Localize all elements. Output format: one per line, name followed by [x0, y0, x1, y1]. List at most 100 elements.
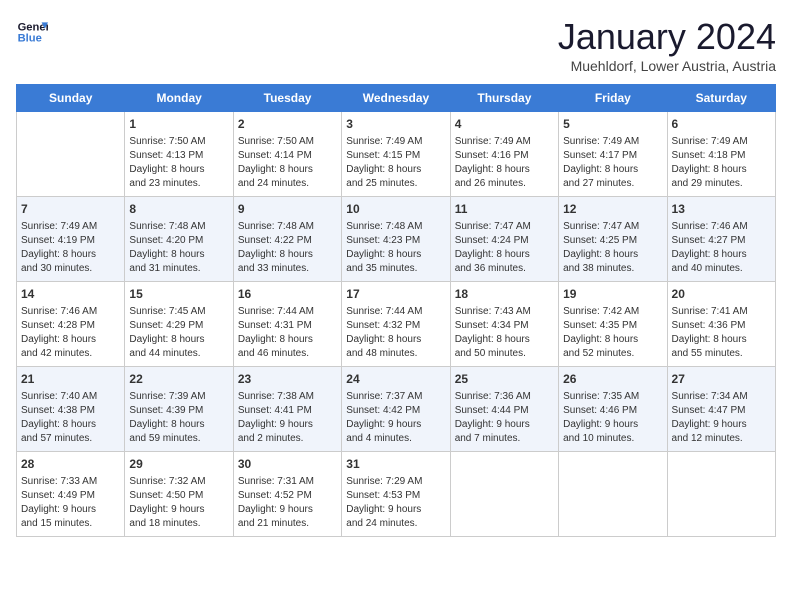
day-number: 14	[21, 286, 120, 303]
calendar-cell: 4 Sunrise: 7:49 AM Sunset: 4:16 PM Daylig…	[450, 112, 558, 197]
page-header: General Blue January 2024 Muehldorf, Low…	[16, 16, 776, 74]
calendar-cell: 15 Sunrise: 7:45 AM Sunset: 4:29 PM Dayli…	[125, 282, 233, 367]
day-number: 1	[129, 116, 228, 133]
day-number: 6	[672, 116, 771, 133]
day-info: Sunrise: 7:49 AM Sunset: 4:16 PM Dayligh…	[455, 135, 554, 191]
day-info: Sunrise: 7:49 AM Sunset: 4:15 PM Dayligh…	[346, 135, 445, 191]
calendar-cell: 31 Sunrise: 7:29 AM Sunset: 4:53 PM Dayli…	[342, 452, 450, 537]
day-number: 10	[346, 201, 445, 218]
day-number: 15	[129, 286, 228, 303]
day-info: Sunrise: 7:42 AM Sunset: 4:35 PM Dayligh…	[563, 305, 662, 361]
day-info: Sunrise: 7:39 AM Sunset: 4:39 PM Dayligh…	[129, 390, 228, 446]
day-info: Sunrise: 7:35 AM Sunset: 4:46 PM Dayligh…	[563, 390, 662, 446]
day-number: 3	[346, 116, 445, 133]
calendar-cell: 12 Sunrise: 7:47 AM Sunset: 4:25 PM Dayli…	[559, 197, 667, 282]
calendar-cell: 3 Sunrise: 7:49 AM Sunset: 4:15 PM Daylig…	[342, 112, 450, 197]
day-info: Sunrise: 7:49 AM Sunset: 4:19 PM Dayligh…	[21, 220, 120, 276]
day-info: Sunrise: 7:44 AM Sunset: 4:31 PM Dayligh…	[238, 305, 337, 361]
day-number: 21	[21, 371, 120, 388]
calendar-cell: 9Sunrise: 7:48 AM Sunset: 4:22 PM Daylig…	[233, 197, 341, 282]
day-info: Sunrise: 7:47 AM Sunset: 4:24 PM Dayligh…	[455, 220, 554, 276]
day-info: Sunrise: 7:34 AM Sunset: 4:47 PM Dayligh…	[672, 390, 771, 446]
day-number: 29	[129, 456, 228, 473]
day-number: 24	[346, 371, 445, 388]
day-number: 8	[129, 201, 228, 218]
logo: General Blue	[16, 16, 48, 48]
day-info: Sunrise: 7:29 AM Sunset: 4:53 PM Dayligh…	[346, 475, 445, 531]
calendar-cell: 7 Sunrise: 7:49 AM Sunset: 4:19 PM Daylig…	[17, 197, 125, 282]
calendar-header-row: SundayMondayTuesdayWednesdayThursdayFrid…	[17, 85, 776, 112]
day-info: Sunrise: 7:36 AM Sunset: 4:44 PM Dayligh…	[455, 390, 554, 446]
calendar-cell: 2Sunrise: 7:50 AM Sunset: 4:14 PM Daylig…	[233, 112, 341, 197]
day-number: 30	[238, 456, 337, 473]
calendar-cell: 24 Sunrise: 7:37 AM Sunset: 4:42 PM Dayli…	[342, 367, 450, 452]
calendar-cell: 16Sunrise: 7:44 AM Sunset: 4:31 PM Dayli…	[233, 282, 341, 367]
title-block: January 2024 Muehldorf, Lower Austria, A…	[558, 16, 776, 74]
day-info: Sunrise: 7:44 AM Sunset: 4:32 PM Dayligh…	[346, 305, 445, 361]
day-number: 27	[672, 371, 771, 388]
day-info: Sunrise: 7:40 AM Sunset: 4:38 PM Dayligh…	[21, 390, 120, 446]
calendar-week-row: 14Sunrise: 7:46 AM Sunset: 4:28 PM Dayli…	[17, 282, 776, 367]
calendar-cell: 1 Sunrise: 7:50 AM Sunset: 4:13 PM Daylig…	[125, 112, 233, 197]
calendar-cell: 29Sunrise: 7:32 AM Sunset: 4:50 PM Dayli…	[125, 452, 233, 537]
calendar-cell: 8 Sunrise: 7:48 AM Sunset: 4:20 PM Daylig…	[125, 197, 233, 282]
day-info: Sunrise: 7:49 AM Sunset: 4:18 PM Dayligh…	[672, 135, 771, 191]
day-info: Sunrise: 7:38 AM Sunset: 4:41 PM Dayligh…	[238, 390, 337, 446]
day-of-week-header: Thursday	[450, 85, 558, 112]
day-of-week-header: Tuesday	[233, 85, 341, 112]
calendar-cell	[559, 452, 667, 537]
day-number: 5	[563, 116, 662, 133]
day-info: Sunrise: 7:31 AM Sunset: 4:52 PM Dayligh…	[238, 475, 337, 531]
day-info: Sunrise: 7:45 AM Sunset: 4:29 PM Dayligh…	[129, 305, 228, 361]
day-info: Sunrise: 7:48 AM Sunset: 4:20 PM Dayligh…	[129, 220, 228, 276]
calendar-cell: 11 Sunrise: 7:47 AM Sunset: 4:24 PM Dayli…	[450, 197, 558, 282]
calendar-cell: 17 Sunrise: 7:44 AM Sunset: 4:32 PM Dayli…	[342, 282, 450, 367]
day-number: 31	[346, 456, 445, 473]
calendar-cell: 23Sunrise: 7:38 AM Sunset: 4:41 PM Dayli…	[233, 367, 341, 452]
calendar-cell: 20 Sunrise: 7:41 AM Sunset: 4:36 PM Dayli…	[667, 282, 775, 367]
calendar-cell: 13Sunrise: 7:46 AM Sunset: 4:27 PM Dayli…	[667, 197, 775, 282]
calendar-cell: 6 Sunrise: 7:49 AM Sunset: 4:18 PM Daylig…	[667, 112, 775, 197]
day-info: Sunrise: 7:50 AM Sunset: 4:13 PM Dayligh…	[129, 135, 228, 191]
day-number: 25	[455, 371, 554, 388]
day-number: 9	[238, 201, 337, 218]
calendar-subtitle: Muehldorf, Lower Austria, Austria	[558, 58, 776, 74]
calendar-cell: 27 Sunrise: 7:34 AM Sunset: 4:47 PM Dayli…	[667, 367, 775, 452]
day-number: 12	[563, 201, 662, 218]
calendar-week-row: 21 Sunrise: 7:40 AM Sunset: 4:38 PM Dayli…	[17, 367, 776, 452]
day-info: Sunrise: 7:43 AM Sunset: 4:34 PM Dayligh…	[455, 305, 554, 361]
day-number: 11	[455, 201, 554, 218]
day-number: 17	[346, 286, 445, 303]
day-info: Sunrise: 7:41 AM Sunset: 4:36 PM Dayligh…	[672, 305, 771, 361]
day-of-week-header: Friday	[559, 85, 667, 112]
calendar-cell: 25 Sunrise: 7:36 AM Sunset: 4:44 PM Dayli…	[450, 367, 558, 452]
calendar-cell	[17, 112, 125, 197]
logo-icon: General Blue	[16, 16, 48, 48]
day-of-week-header: Sunday	[17, 85, 125, 112]
day-info: Sunrise: 7:46 AM Sunset: 4:27 PM Dayligh…	[672, 220, 771, 276]
day-of-week-header: Saturday	[667, 85, 775, 112]
day-info: Sunrise: 7:47 AM Sunset: 4:25 PM Dayligh…	[563, 220, 662, 276]
calendar-cell: 10 Sunrise: 7:48 AM Sunset: 4:23 PM Dayli…	[342, 197, 450, 282]
day-info: Sunrise: 7:49 AM Sunset: 4:17 PM Dayligh…	[563, 135, 662, 191]
day-info: Sunrise: 7:48 AM Sunset: 4:23 PM Dayligh…	[346, 220, 445, 276]
day-number: 7	[21, 201, 120, 218]
day-info: Sunrise: 7:37 AM Sunset: 4:42 PM Dayligh…	[346, 390, 445, 446]
day-number: 4	[455, 116, 554, 133]
calendar-cell: 18 Sunrise: 7:43 AM Sunset: 4:34 PM Dayli…	[450, 282, 558, 367]
calendar-cell: 22Sunrise: 7:39 AM Sunset: 4:39 PM Dayli…	[125, 367, 233, 452]
calendar-cell: 14Sunrise: 7:46 AM Sunset: 4:28 PM Dayli…	[17, 282, 125, 367]
calendar-cell: 19 Sunrise: 7:42 AM Sunset: 4:35 PM Dayli…	[559, 282, 667, 367]
day-info: Sunrise: 7:50 AM Sunset: 4:14 PM Dayligh…	[238, 135, 337, 191]
day-number: 20	[672, 286, 771, 303]
calendar-cell: 21 Sunrise: 7:40 AM Sunset: 4:38 PM Dayli…	[17, 367, 125, 452]
day-number: 18	[455, 286, 554, 303]
day-info: Sunrise: 7:33 AM Sunset: 4:49 PM Dayligh…	[21, 475, 120, 531]
calendar-title: January 2024	[558, 16, 776, 58]
day-number: 19	[563, 286, 662, 303]
calendar-cell: 26Sunrise: 7:35 AM Sunset: 4:46 PM Dayli…	[559, 367, 667, 452]
calendar-cell	[450, 452, 558, 537]
calendar-cell	[667, 452, 775, 537]
calendar-cell: 28 Sunrise: 7:33 AM Sunset: 4:49 PM Dayli…	[17, 452, 125, 537]
day-number: 28	[21, 456, 120, 473]
